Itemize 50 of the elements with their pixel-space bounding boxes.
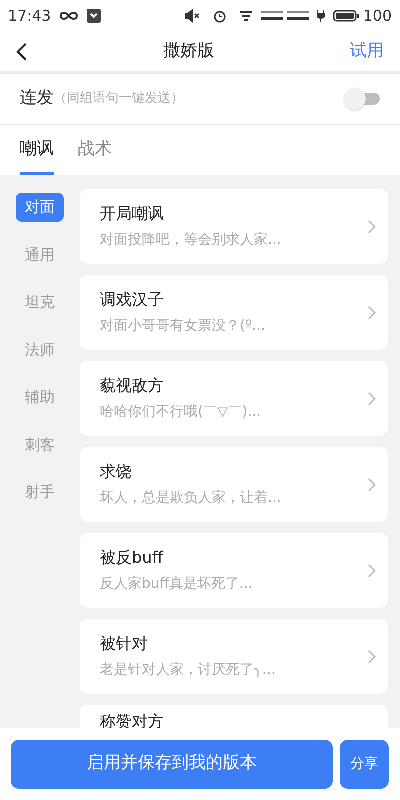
burst-label: 连发 [20,87,54,110]
category-item[interactable]: 通用 [16,240,64,269]
battery-level: 100 [363,6,392,27]
chevron-icon [368,306,376,320]
burst-hint: （同组语句一键发送） [54,90,184,108]
burst-toggle[interactable] [344,88,380,110]
chevron-icon [368,564,376,578]
category-item[interactable]: 辅助 [16,383,64,412]
phrase-preview: 反人家buff真是坏死了... [100,575,254,594]
phrase-title: 被反buff [100,547,165,569]
phrase-card[interactable]: 被针对 老是针对人家，讨厌死了╮... [80,619,388,694]
chevron-icon [368,220,376,234]
phrase-title: 开局嘲讽 [100,203,165,225]
try-button[interactable]: 试用 [350,38,384,64]
phrase-preview: 坏人，总是欺负人家，让着... [100,489,282,508]
signal-icon [261,11,284,21]
signal-icon [287,11,310,21]
page-title: 撒娇版 [164,40,214,63]
category-item[interactable]: 对面 [16,193,64,222]
mute-icon [185,9,202,23]
chevron-icon [368,478,376,492]
category-item[interactable]: 坦克 [16,288,64,316]
back-icon[interactable] [16,42,28,62]
status-time: 17:43 [8,6,52,27]
chevron-icon [368,392,376,406]
category-item[interactable]: 刺客 [16,430,64,459]
enable-save-button[interactable]: 启用并保存到我的版本 [11,740,333,788]
phrase-preview: 老是针对人家，讨厌死了╮... [100,661,277,680]
share-button[interactable]: 分享 [340,740,389,788]
alarm-icon [213,9,228,23]
phrase-title: 被针对 [100,633,149,655]
tab[interactable]: 战术 [78,136,112,175]
battery-icon [333,10,360,22]
phrase-card[interactable]: 调戏汉子 对面小哥哥有女票没？(º... [80,275,388,350]
phrase-preview: 对面小哥哥有女票没？(º... [100,317,266,336]
chevron-icon [368,650,376,664]
phrase-preview: 哈哈你们不行哦(￣▽￣)... [100,403,262,422]
phrase-title: 藐视敌方 [100,375,165,397]
phrase-card[interactable]: 开局嘲讽 对面投降吧，等会别求人家... [80,189,388,264]
phrase-card[interactable]: 被反buff 反人家buff真是坏死了... [80,533,388,608]
tab[interactable]: 嘲讽 [20,136,54,175]
plug-icon [317,10,326,22]
infinity-icon [59,11,80,21]
phrase-card[interactable]: 求饶 坏人，总是欺负人家，让着... [80,447,388,522]
category-item[interactable]: 射手 [16,478,64,506]
category-item[interactable]: 法师 [16,336,64,364]
phrase-title: 求饶 [100,461,133,483]
phrase-preview: 对面投降吧，等会别求人家... [100,231,282,250]
phrase-title: 调戏汉子 [100,289,165,311]
phrase-card[interactable]: 藐视敌方 哈哈你们不行哦(￣▽￣)... [80,361,388,436]
